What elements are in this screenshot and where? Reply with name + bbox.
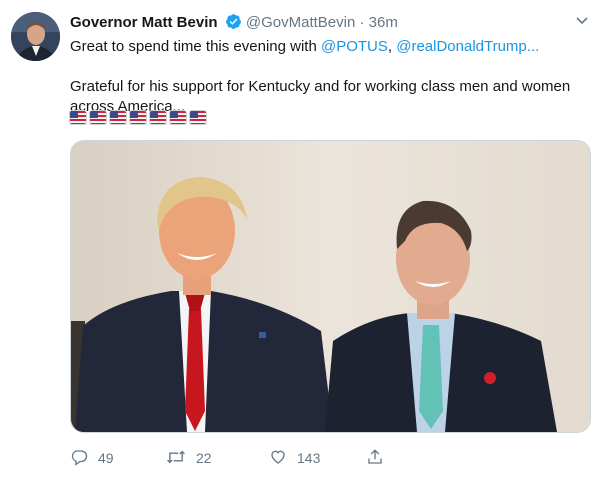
reply-count: 49 [98,450,114,466]
us-flag-icon [150,111,166,124]
tweet-card[interactable]: Governor Matt Bevin @GovMattBevin · 36m … [0,0,603,482]
us-flag-icon [110,111,126,124]
us-flag-icon [70,111,86,124]
us-flag-icon [190,111,206,124]
reply-button[interactable]: 49 [70,447,114,469]
author-name[interactable]: Governor Matt Bevin [70,14,218,31]
retweet-count: 22 [196,450,212,466]
tweet-timestamp[interactable]: 36m [369,14,398,31]
tweet-line-1: Great to spend time this evening with @P… [70,37,590,57]
tweet-text-prefix: Great to spend time this evening with [70,38,321,55]
tweet-actions: 49 22 143 [70,447,400,469]
chevron-down-icon[interactable] [574,12,590,33]
us-flag-icon [90,111,106,124]
tweet-text: Great to spend time this evening with @P… [70,37,590,117]
us-flag-icon [170,111,186,124]
separator-dot: · [359,14,365,31]
comma: , [387,38,397,55]
tweet-header: Governor Matt Bevin @GovMattBevin · 36m [70,13,398,36]
author-avatar[interactable] [11,12,60,61]
verified-badge-icon [225,13,242,36]
share-button[interactable] [366,447,394,469]
like-count: 143 [297,450,321,466]
flag-emoji-row [70,111,206,127]
author-handle[interactable]: @GovMattBevin [246,14,355,31]
share-icon [366,448,394,469]
mention-potus[interactable]: @POTUS [321,38,388,55]
us-flag-icon [130,111,146,124]
retweet-icon [166,448,196,469]
like-icon [269,448,297,469]
tweet-photo[interactable] [70,140,591,433]
reply-icon [70,448,98,469]
retweet-button[interactable]: 22 [166,447,212,469]
like-button[interactable]: 143 [269,447,320,469]
mention-realdonaldtrump[interactable]: @realDonaldTrump... [396,38,539,55]
